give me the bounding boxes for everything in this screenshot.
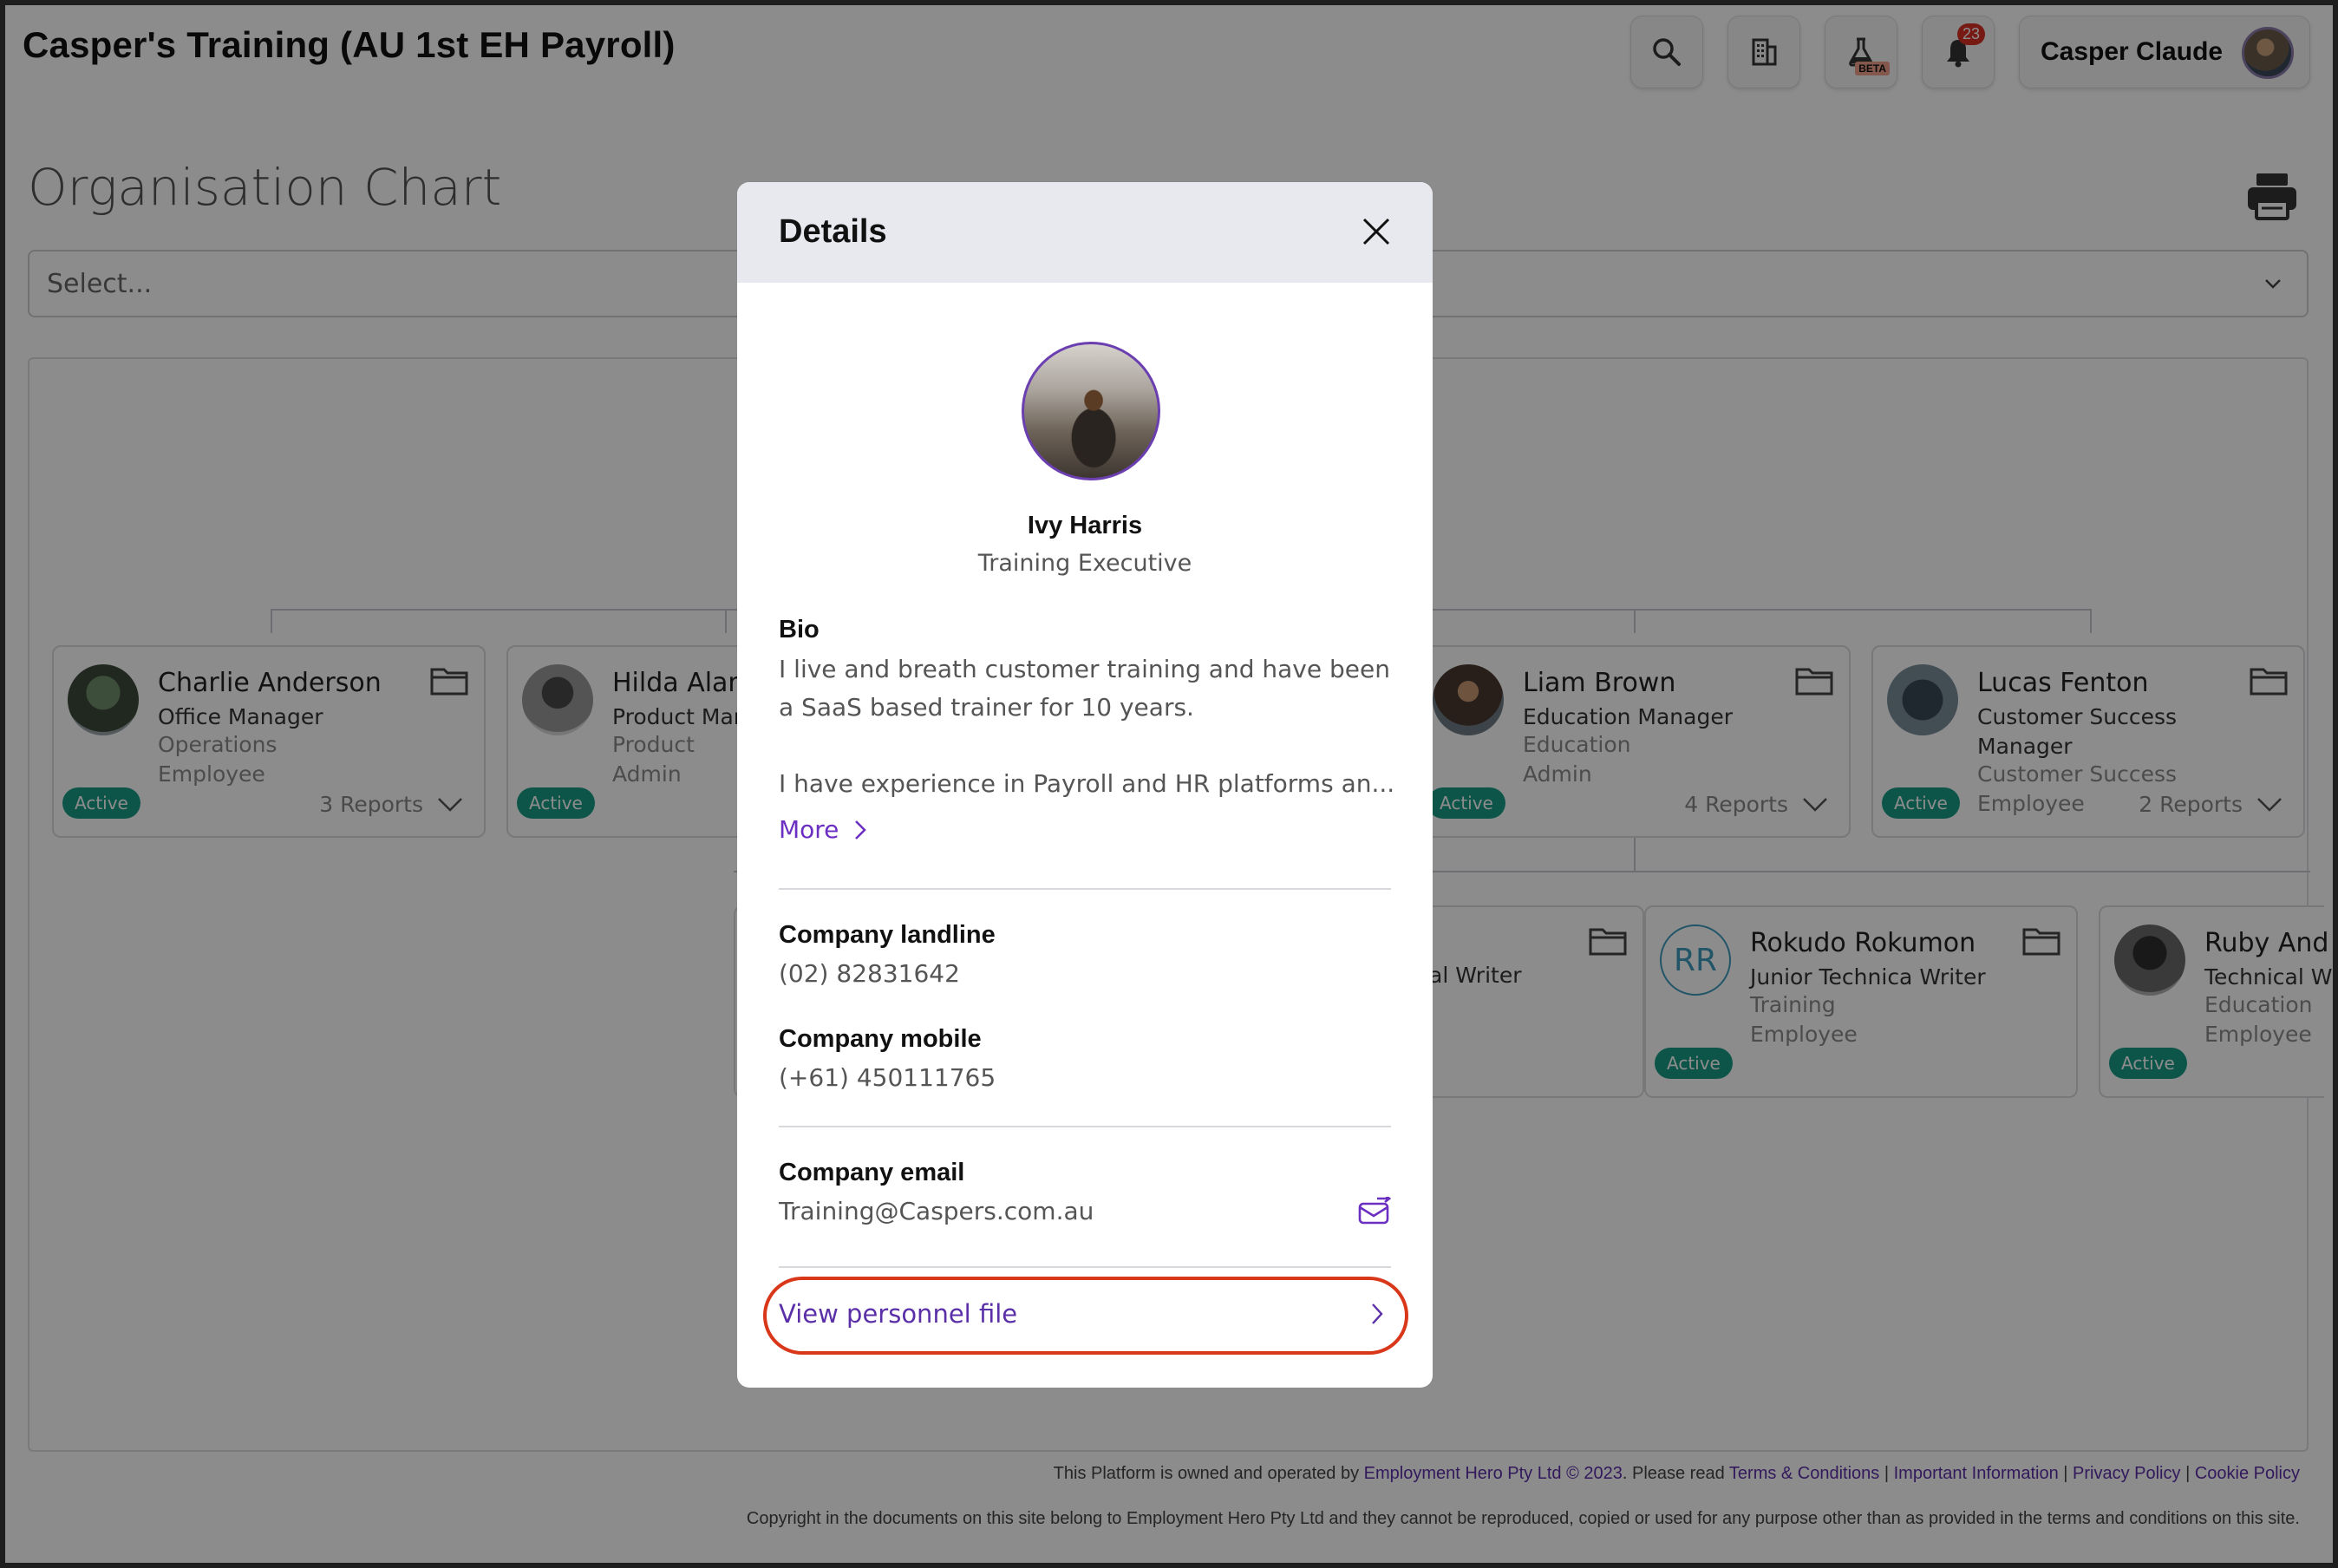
divider: [779, 1266, 1391, 1268]
close-icon[interactable]: [1362, 217, 1391, 246]
divider: [779, 1126, 1391, 1127]
modal-header: Details: [737, 182, 1433, 283]
modal-title: Details: [779, 213, 887, 250]
bio-paragraph: I live and breath customer training and …: [779, 655, 1390, 722]
more-link[interactable]: More: [779, 815, 868, 844]
bio-text: I live and breath customer training and …: [779, 650, 1403, 803]
mobile-label: Company mobile: [779, 1025, 982, 1053]
mobile-value: (+61) 450111765: [779, 1063, 996, 1092]
more-label: More: [779, 815, 839, 844]
profile-avatar: [1022, 342, 1160, 480]
person-name: Ivy Harris: [1027, 512, 1143, 539]
email-value: Training@Caspers.com.au: [779, 1197, 1094, 1225]
divider: [779, 888, 1391, 890]
chevron-right-icon: [855, 820, 867, 840]
landline-label: Company landline: [779, 921, 996, 949]
details-modal: Details Ivy Harris Training Executive Bi…: [737, 182, 1433, 1388]
bio-paragraph: I have experience in Payroll and HR plat…: [779, 769, 1395, 798]
send-email-icon[interactable]: [1358, 1197, 1391, 1225]
person-title: Training Executive: [977, 550, 1192, 577]
email-label: Company email: [779, 1159, 965, 1186]
app-window: Casper's Training (AU 1st EH Payroll) BE…: [5, 5, 2333, 1563]
bio-label: Bio: [779, 616, 820, 644]
landline-value: (02) 82831642: [779, 959, 960, 988]
highlight-annotation: [763, 1277, 1408, 1355]
